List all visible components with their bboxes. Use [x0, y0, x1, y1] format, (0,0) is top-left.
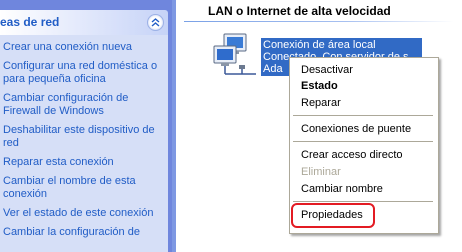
- task-repair-connection[interactable]: Reparar esta conexión: [3, 156, 168, 169]
- task-disable-device[interactable]: Deshabilitar este dispositivo de red: [3, 124, 168, 150]
- connection-name: Conexión de área local: [263, 39, 376, 51]
- menu-item-crear-acceso-directo[interactable]: Crear acceso directo: [301, 149, 403, 161]
- task-list: Crear una conexión nueva Configurar una …: [0, 35, 168, 239]
- task-change-settings[interactable]: Cambiar la configuración de: [3, 226, 168, 239]
- task-pane-title: eas de red: [0, 15, 60, 29]
- section-divider: [184, 21, 454, 22]
- task-create-connection[interactable]: Crear una conexión nueva: [3, 41, 168, 54]
- chevron-up-double-icon[interactable]: [147, 14, 164, 31]
- menu-separator: [293, 115, 433, 116]
- section-title: LAN o Internet de alta velocidad: [208, 4, 391, 18]
- task-pane-body: Crear una conexión nueva Configurar una …: [0, 35, 168, 252]
- menu-separator: [293, 201, 433, 202]
- task-firewall-settings[interactable]: Cambiar configuración de Firewall de Win…: [3, 92, 168, 118]
- menu-item-estado[interactable]: Estado: [301, 80, 338, 92]
- task-view-status[interactable]: Ver el estado de este conexión: [3, 207, 168, 220]
- menu-item-desactivar[interactable]: Desactivar: [301, 64, 353, 76]
- menu-item-cambiar-nombre[interactable]: Cambiar nombre: [301, 183, 383, 195]
- task-pane: eas de red Crear una conexión nueva Conf…: [0, 0, 172, 252]
- menu-item-conexiones-de-puente[interactable]: Conexiones de puente: [301, 123, 411, 135]
- menu-item-reparar[interactable]: Reparar: [301, 97, 341, 109]
- network-connection-icon[interactable]: [212, 32, 266, 80]
- menu-item-eliminar: Eliminar: [301, 166, 341, 178]
- menu-item-propiedades[interactable]: Propiedades: [301, 209, 363, 221]
- task-rename-connection[interactable]: Cambiar el nombre de esta conexión: [3, 175, 168, 201]
- task-pane-header[interactable]: eas de red: [0, 10, 168, 35]
- context-menu: Desactivar Estado Reparar Conexiones de …: [289, 57, 439, 234]
- menu-separator: [293, 141, 433, 142]
- task-setup-home-network[interactable]: Configurar una red doméstica o para pequ…: [3, 60, 168, 86]
